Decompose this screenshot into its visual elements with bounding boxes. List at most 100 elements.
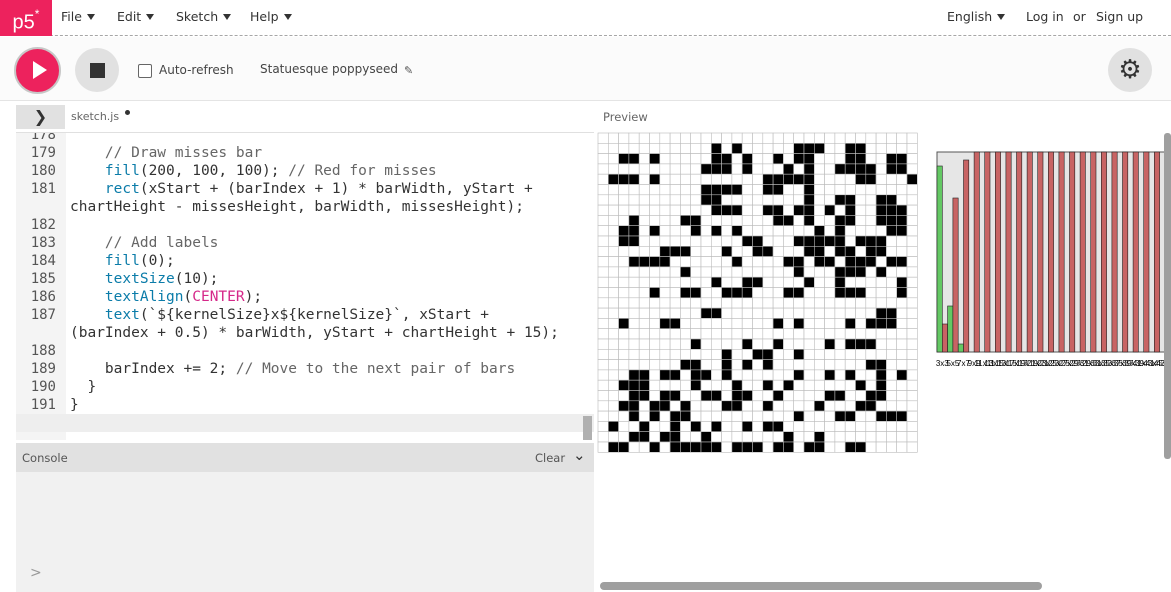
line-number: 182: [30, 217, 56, 233]
code-line: fill(0);: [104, 253, 175, 269]
chevron-down-icon: [146, 13, 155, 20]
line-number: 181: [30, 181, 56, 197]
line-number: 188: [30, 343, 56, 359]
chart-bar: [1058, 151, 1065, 353]
gear-icon[interactable]: ⚙: [1108, 48, 1152, 92]
chart-bar: [952, 197, 959, 353]
code-line: // Draw misses bar: [104, 145, 263, 161]
code-editor[interactable]: 178 179 180 181 182 183 184 185 186 187 188 189 190 1…: [16, 132, 594, 440]
chart-bar: [1026, 151, 1033, 353]
p5-logo[interactable]: p5*: [0, 0, 52, 36]
chevron-right-icon: ❯: [33, 107, 48, 126]
console-title: Console: [22, 451, 68, 465]
code-line: chartHeight - missesHeight, barWidth, mi…: [70, 199, 524, 215]
auto-refresh-label[interactable]: Auto-refresh: [159, 63, 234, 77]
chevron-down-icon[interactable]: ⌄: [573, 446, 586, 464]
stop-button[interactable]: [75, 48, 119, 92]
chart-bar: [1122, 151, 1129, 353]
code-line: fill(200, 100, 100); // Red for misses: [104, 163, 437, 179]
chevron-down-icon: [997, 13, 1006, 20]
menu-edit-label: Edit: [117, 9, 142, 24]
pencil-icon[interactable]: ✎: [404, 64, 413, 77]
line-number: 191: [30, 397, 56, 413]
chevron-down-icon: [283, 13, 292, 20]
chart-bar: [963, 159, 970, 353]
chart-bar: [947, 305, 954, 353]
code-line: (barIndex + 0.5) * barWidth, yStart + ch…: [70, 325, 559, 341]
line-number: 185: [30, 271, 56, 287]
code-line: rect(xStart + (barIndex + 1) * barWidth,…: [104, 181, 533, 197]
chart-bar: [1005, 151, 1012, 353]
chart-bar: [984, 151, 991, 353]
console-header: Console Clear ⌄: [16, 443, 594, 472]
menu-sketch[interactable]: Sketch: [176, 9, 232, 24]
chart-bar: [1079, 151, 1086, 353]
console-clear-button[interactable]: Clear: [535, 451, 565, 465]
chart-bar: [1111, 151, 1118, 353]
chart-bar: [1047, 151, 1054, 353]
code-line: text(`${kernelSize}x${kernelSize}`, xSta…: [104, 307, 490, 323]
preview-label: Preview: [603, 110, 648, 124]
chart-bar: [1100, 151, 1107, 353]
play-button[interactable]: [14, 47, 61, 94]
menu-sketch-label: Sketch: [176, 9, 219, 24]
chart-bar: [957, 343, 964, 353]
language-selector[interactable]: English: [947, 9, 1006, 24]
menu-file[interactable]: File: [61, 9, 95, 24]
chart-bar: [1069, 151, 1076, 353]
sidebar-toggle-button[interactable]: ❯: [16, 105, 65, 129]
code-line: }: [70, 379, 97, 395]
line-number: 187: [30, 307, 56, 323]
preview-vertical-scrollbar[interactable]: [1164, 133, 1171, 459]
code-line: textSize(10);: [104, 271, 219, 287]
sketch-name[interactable]: Statuesque poppyseed: [260, 62, 398, 76]
preview-canvas[interactable]: 3x3 5x5 7x7 9x9 11x11 13x13 15x15 17x17 19x19 21x…: [597, 132, 1171, 592]
editor-scrollbar[interactable]: [583, 416, 592, 440]
line-number: 178: [30, 132, 56, 143]
line-number: 180: [30, 163, 56, 179]
line-number: 190: [30, 379, 56, 395]
line-number-gutter: 178 179 180 181 182 183 184 185 186 187 188 189 190 1…: [16, 133, 66, 440]
chart-bar: [936, 165, 943, 353]
language-label: English: [947, 9, 993, 24]
unsaved-indicator: [125, 110, 130, 115]
signup-link[interactable]: Sign up: [1096, 9, 1143, 24]
active-line-highlight: [16, 414, 594, 432]
chart-bar: [1037, 151, 1044, 353]
results-bar-chart: 3x35x57x79x911x1113x1315x1517x1719x1921x…: [936, 151, 1171, 368]
top-nav: p5* File Edit Sketch Help English Log in…: [0, 0, 1171, 36]
code-line: }: [70, 397, 79, 413]
line-number: 189: [30, 361, 56, 377]
chart-bar: [1090, 151, 1097, 353]
chart-bar: [1143, 151, 1150, 353]
line-number: 186: [30, 289, 56, 305]
console-output: [16, 472, 594, 562]
login-link[interactable]: Log in: [1026, 9, 1064, 24]
chart-bar: [1153, 151, 1160, 353]
chart-bar: [994, 151, 1001, 353]
menu-help[interactable]: Help: [250, 9, 292, 24]
code-line: // Add labels: [104, 235, 219, 251]
console-prompt-icon: >: [30, 565, 42, 581]
line-number: 184: [30, 253, 56, 269]
menu-help-label: Help: [250, 9, 279, 24]
toolbar: Auto-refresh Statuesque poppyseed ✎ ⚙: [0, 37, 1171, 101]
code-line: textAlign(CENTER);: [104, 289, 263, 305]
chevron-down-icon: [86, 13, 95, 20]
chevron-down-icon: [223, 13, 232, 20]
logo-text: p5: [12, 11, 35, 34]
chart-bar: [941, 323, 948, 353]
line-number: 183: [30, 235, 56, 251]
chart-bar: [973, 151, 980, 353]
preview-horizontal-scrollbar[interactable]: [600, 582, 1042, 590]
menu-edit[interactable]: Edit: [117, 9, 155, 24]
chart-bar: [1016, 151, 1023, 353]
or-text: or: [1073, 9, 1086, 24]
auto-refresh-checkbox[interactable]: [138, 64, 152, 78]
code-line: barIndex += 2; // Move to the next pair …: [70, 361, 516, 377]
logo-star: *: [34, 7, 40, 21]
file-tab-sketch-js[interactable]: sketch.js: [71, 110, 119, 123]
line-number: 179: [30, 145, 56, 161]
console-input[interactable]: >: [16, 562, 594, 592]
menu-file-label: File: [61, 9, 82, 24]
